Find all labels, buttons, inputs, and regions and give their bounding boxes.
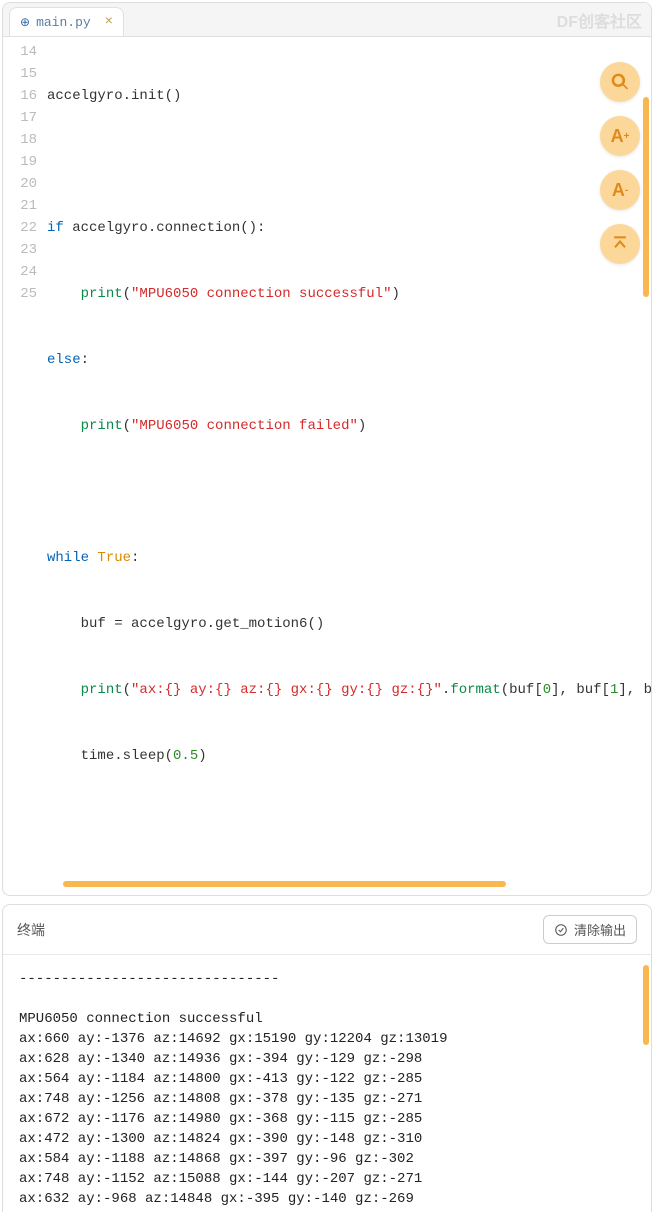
clear-output-button[interactable]: 清除输出 bbox=[543, 915, 637, 944]
terminal-output[interactable]: ------------------------------- MPU6050 … bbox=[3, 955, 651, 1212]
clear-label: 清除输出 bbox=[574, 920, 626, 939]
code-content: accelgyro.init() if accelgyro.connection… bbox=[47, 41, 651, 877]
clear-icon bbox=[554, 923, 568, 937]
watermark-text: DF创客社区 bbox=[557, 8, 642, 32]
tab-filename: main.py bbox=[36, 15, 91, 30]
search-icon bbox=[610, 72, 630, 92]
tab-bar: ⊕ main.py × bbox=[3, 3, 651, 37]
top-icon bbox=[610, 234, 630, 254]
tab-main-py[interactable]: ⊕ main.py × bbox=[9, 7, 124, 36]
font-decrease-button[interactable]: A- bbox=[600, 170, 640, 210]
terminal-vertical-scrollbar[interactable] bbox=[643, 965, 649, 1045]
editor-horizontal-scrollbar[interactable] bbox=[63, 881, 631, 887]
code-editor[interactable]: 141516171819202122232425 accelgyro.init(… bbox=[3, 37, 651, 881]
terminal-title: 终端 bbox=[17, 920, 45, 940]
floating-toolbar: A+ A- bbox=[600, 62, 640, 264]
search-button[interactable] bbox=[600, 62, 640, 102]
line-gutter: 141516171819202122232425 bbox=[3, 41, 47, 877]
terminal-panel: 终端 清除输出 ------------------------------- … bbox=[2, 904, 652, 1212]
font-increase-button[interactable]: A+ bbox=[600, 116, 640, 156]
python-icon: ⊕ bbox=[20, 15, 30, 30]
editor-panel: ⊕ main.py × 141516171819202122232425 acc… bbox=[2, 2, 652, 896]
terminal-header: 终端 清除输出 bbox=[3, 905, 651, 955]
editor-vertical-scrollbar[interactable] bbox=[643, 97, 649, 297]
scroll-top-button[interactable] bbox=[600, 224, 640, 264]
tab-close-button[interactable]: × bbox=[105, 14, 113, 30]
